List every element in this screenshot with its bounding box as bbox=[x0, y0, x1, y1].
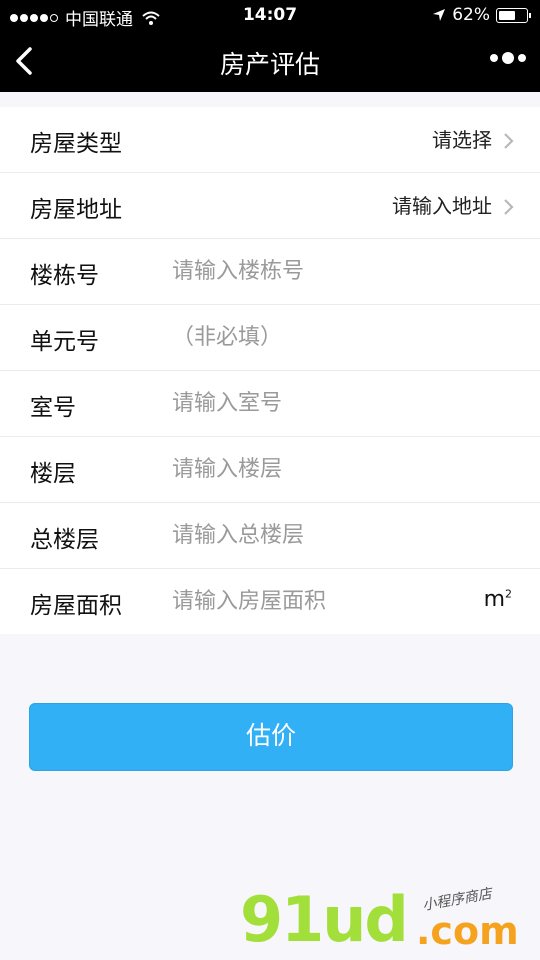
battery-percent: 62% bbox=[452, 5, 490, 25]
row-unit-number: 单元号 bbox=[0, 305, 540, 371]
row-room-number: 室号 bbox=[0, 371, 540, 437]
chevron-right-icon bbox=[504, 199, 514, 215]
row-label: 房屋地址 bbox=[30, 197, 122, 223]
row-floor: 楼层 bbox=[0, 437, 540, 503]
battery-icon bbox=[496, 7, 531, 23]
property-form: 房屋类型 请选择 房屋地址 请输入地址 楼栋号 单元号 室号 楼层 总楼层 房屋… bbox=[0, 107, 540, 634]
unit-text: m bbox=[483, 587, 505, 612]
location-arrow-icon bbox=[433, 9, 446, 21]
watermark-domain: .com bbox=[416, 909, 519, 953]
row-label: 室号 bbox=[30, 395, 76, 421]
row-label: 房屋面积 bbox=[30, 593, 122, 619]
unit-superscript: 2 bbox=[505, 587, 512, 601]
more-dots-icon[interactable] bbox=[490, 52, 526, 64]
row-area: 房屋面积 m2 bbox=[0, 569, 540, 634]
estimate-button[interactable]: 估价 bbox=[29, 703, 513, 771]
nav-bar: 房产评估 bbox=[0, 30, 540, 92]
floor-input[interactable] bbox=[172, 449, 472, 489]
room-number-input[interactable] bbox=[172, 383, 472, 423]
row-label: 楼栋号 bbox=[30, 263, 99, 289]
row-property-type[interactable]: 房屋类型 请选择 bbox=[0, 107, 540, 173]
property-type-select-value[interactable]: 请选择 bbox=[432, 124, 492, 153]
row-label: 单元号 bbox=[30, 329, 99, 355]
chevron-right-icon bbox=[504, 133, 514, 149]
building-number-input[interactable] bbox=[172, 251, 472, 291]
watermark-logo: 91ud bbox=[240, 883, 409, 956]
unit-number-input[interactable] bbox=[172, 317, 472, 357]
status-right: 62% bbox=[432, 5, 531, 25]
row-building-number: 楼栋号 bbox=[0, 239, 540, 305]
status-bar: 中国联通 14:07 62% bbox=[0, 0, 540, 30]
area-input[interactable] bbox=[172, 581, 472, 621]
area-unit: m2 bbox=[484, 587, 512, 612]
row-property-address[interactable]: 房屋地址 请输入地址 bbox=[0, 173, 540, 239]
page-title: 房产评估 bbox=[219, 50, 320, 79]
row-label: 总楼层 bbox=[30, 527, 99, 553]
row-total-floors: 总楼层 bbox=[0, 503, 540, 569]
row-label: 楼层 bbox=[30, 461, 76, 487]
address-select-value[interactable]: 请输入地址 bbox=[392, 190, 492, 219]
row-label: 房屋类型 bbox=[30, 131, 122, 157]
total-floors-input[interactable] bbox=[172, 515, 472, 555]
watermark: 91ud 小程序商店 .com bbox=[240, 885, 530, 955]
